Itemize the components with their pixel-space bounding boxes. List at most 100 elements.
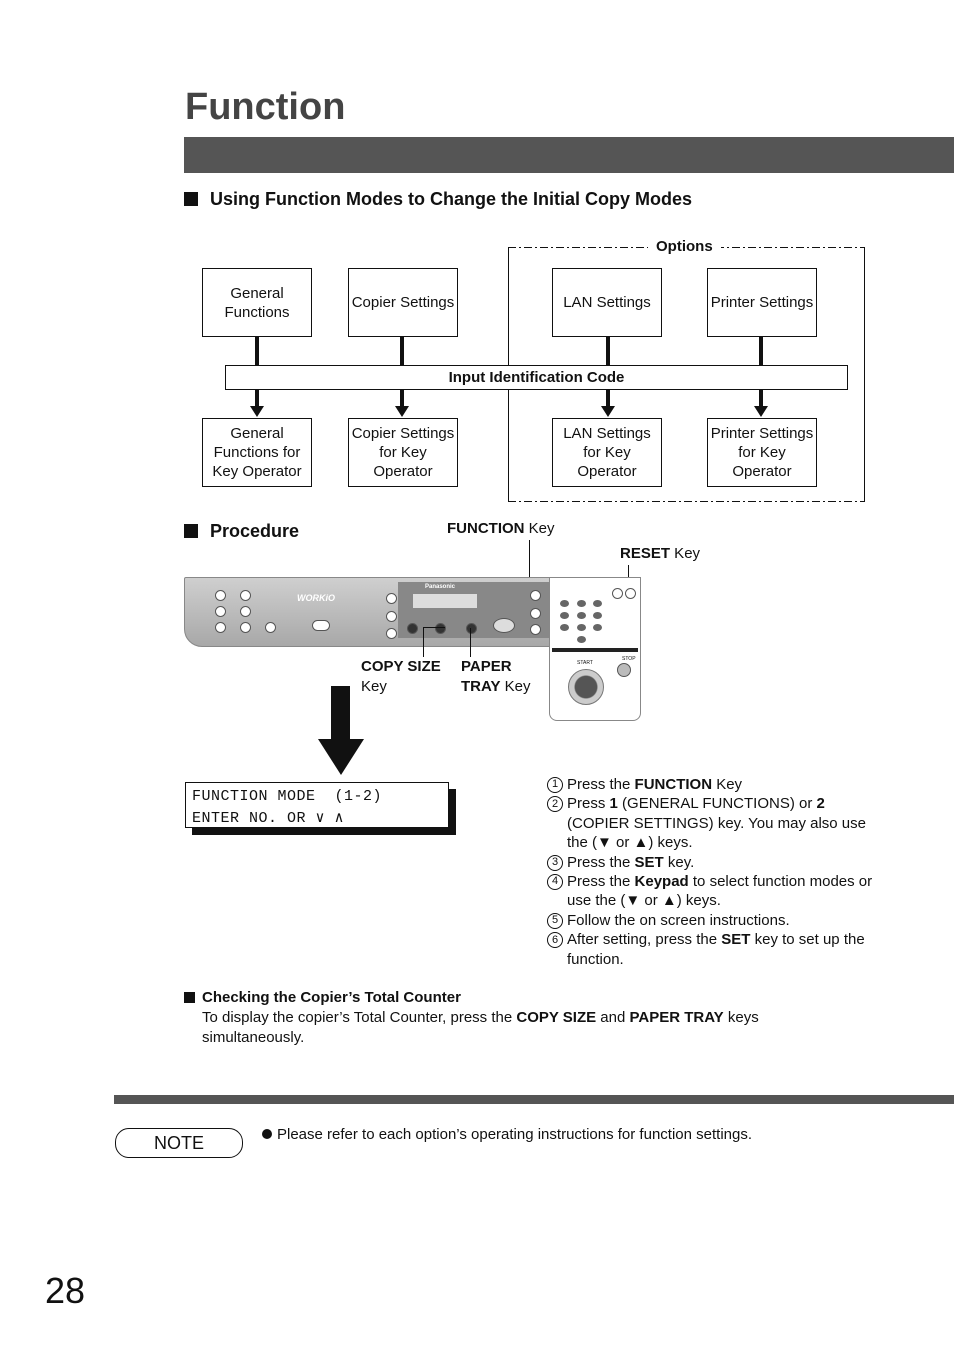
lcd-line-1: FUNCTION MODE (1-2): [192, 788, 383, 805]
step-text: Follow the on screen instructions.: [567, 911, 790, 930]
note-divider: [114, 1095, 954, 1104]
callout-text: Key: [524, 520, 555, 537]
callout-bold: RESET: [620, 545, 671, 562]
connector: [759, 389, 763, 407]
text-run: SET: [721, 931, 751, 949]
lcd-window: [413, 594, 477, 608]
big-arrow-down-icon: [318, 739, 364, 775]
box-printer-settings-key-operator: Printer Settings for Key Operator: [707, 418, 817, 487]
step-text: Press the Keypad to select function mode…: [567, 872, 887, 911]
callout-text: Key: [670, 545, 701, 562]
procedure-heading: Procedure: [184, 521, 299, 542]
counter-heading: Checking the Copier’s Total Counter: [184, 989, 461, 1006]
text-run: After setting, press the: [567, 931, 722, 949]
step-number-icon: 3: [547, 854, 563, 871]
procedure-step: 6 After setting, press the SET key to set…: [547, 930, 887, 969]
title-band: [184, 137, 954, 173]
procedure-steps: 1 Press the FUNCTION Key 2 Press 1 (GENERAL…: [547, 775, 887, 969]
text-run: COPY SIZE: [516, 1009, 597, 1026]
function-key-callout: FUNCTION Key: [447, 520, 555, 537]
text-run: To display the copier’s Total Counter, p…: [202, 1009, 517, 1026]
panasonic-logo: Panasonic: [425, 584, 456, 590]
page-title: Function: [185, 86, 346, 128]
text-run: PAPER TRAY: [629, 1009, 724, 1026]
callout-bold: FUNCTION: [447, 520, 525, 537]
text-run: Press: [567, 795, 610, 813]
box-lan-settings: LAN Settings: [552, 268, 662, 337]
keypad-illustration: START STOP: [549, 577, 641, 721]
connector: [400, 389, 404, 407]
options-label: Options: [648, 238, 721, 255]
bullet-square-icon: [184, 992, 195, 1003]
note-text: Please refer to each option’s operating …: [262, 1126, 752, 1143]
step-number-icon: 5: [547, 912, 563, 929]
connector: [606, 389, 610, 407]
text-run: key.: [663, 853, 695, 871]
arrow-down-icon: [395, 406, 409, 417]
copy-size-key-callout: COPY SIZE Key: [361, 657, 441, 697]
connector: [759, 336, 763, 365]
connector: [255, 336, 259, 365]
manual-page: Function Using Function Modes to Change …: [0, 0, 954, 1351]
text-run: and: [596, 1009, 630, 1026]
text-run: Press the: [567, 853, 635, 871]
box-general-functions-key-operator: General Functions for Key Operator: [202, 418, 312, 487]
text-run: (GENERAL FUNCTIONS) or: [617, 795, 817, 813]
box-lan-settings-key-operator: LAN Settings for Key Operator: [552, 418, 662, 487]
big-arrow-shaft: [331, 686, 350, 740]
lcd-display: FUNCTION MODE (1-2) ENTER NO. OR ∨ ∧: [185, 782, 449, 828]
start-button-icon: [568, 669, 604, 705]
input-id-code-bar: Input Identification Code: [225, 365, 848, 390]
text-run: Keypad: [634, 873, 689, 891]
section-heading: Using Function Modes to Change the Initi…: [184, 189, 692, 210]
connector: [400, 336, 404, 365]
arrow-down-icon: [601, 406, 615, 417]
procedure-step: 1 Press the FUNCTION Key: [547, 775, 887, 794]
callout-text: Key: [500, 678, 531, 695]
procedure-step: 2 Press 1 (GENERAL FUNCTIONS) or 2 (COPIE…: [547, 794, 887, 852]
page-number: 28: [45, 1270, 86, 1311]
start-label: START: [577, 660, 593, 666]
note-badge: NOTE: [115, 1128, 243, 1158]
text-run: SET: [634, 853, 664, 871]
callout-bold: TRAY: [461, 678, 501, 695]
step-text: Press 1 (GENERAL FUNCTIONS) or 2 (COPIER…: [567, 794, 887, 852]
step-number-icon: 1: [547, 777, 563, 793]
stop-label: STOP: [622, 656, 636, 662]
step-text: Press the FUNCTION Key: [567, 775, 742, 794]
bullet-square-icon: [184, 524, 198, 538]
counter-heading-text: Checking the Copier’s Total Counter: [202, 989, 461, 1006]
note-text-content: Please refer to each option’s operating …: [277, 1126, 752, 1143]
step-number-icon: 6: [547, 932, 563, 949]
box-general-functions: General Functions: [202, 268, 312, 337]
step-number-icon: 4: [547, 874, 563, 891]
bullet-dot-icon: [262, 1129, 272, 1139]
text-run: 2: [816, 795, 825, 813]
text-run: 1: [609, 795, 618, 813]
connector: [606, 336, 610, 365]
box-printer-settings: Printer Settings: [707, 268, 817, 337]
callout-text: Key: [361, 678, 387, 695]
callout-bold: PAPER: [461, 658, 512, 675]
box-copier-settings: Copier Settings: [348, 268, 458, 337]
box-copier-settings-key-operator: Copier Settings for Key Operator: [348, 418, 458, 487]
connector: [255, 389, 259, 407]
lcd-line-2: ENTER NO. OR ∨ ∧: [192, 810, 345, 827]
step-text: After setting, press the SET key to set …: [567, 930, 887, 969]
procedure-step: 5 Follow the on screen instructions.: [547, 911, 887, 930]
leader-line: [470, 628, 471, 657]
step-text: Press the SET key.: [567, 853, 694, 872]
workio-logo: WORKiO: [297, 593, 335, 603]
text-run: Follow the on screen instructions.: [567, 911, 790, 929]
procedure-step: 3 Press the SET key.: [547, 853, 887, 872]
section-heading-text: Using Function Modes to Change the Initi…: [210, 189, 693, 209]
text-run: Key: [712, 776, 743, 793]
arrow-down-icon: [250, 406, 264, 417]
text-run: (COPIER SETTINGS) key. You may also use …: [567, 814, 866, 852]
step-number-icon: 2: [547, 796, 563, 813]
text-run: Press the: [567, 776, 635, 793]
procedure-step: 4 Press the Keypad to select function mod…: [547, 872, 887, 911]
text-run: Press the: [567, 873, 635, 891]
procedure-heading-text: Procedure: [210, 521, 300, 541]
leader-line: [423, 627, 424, 657]
